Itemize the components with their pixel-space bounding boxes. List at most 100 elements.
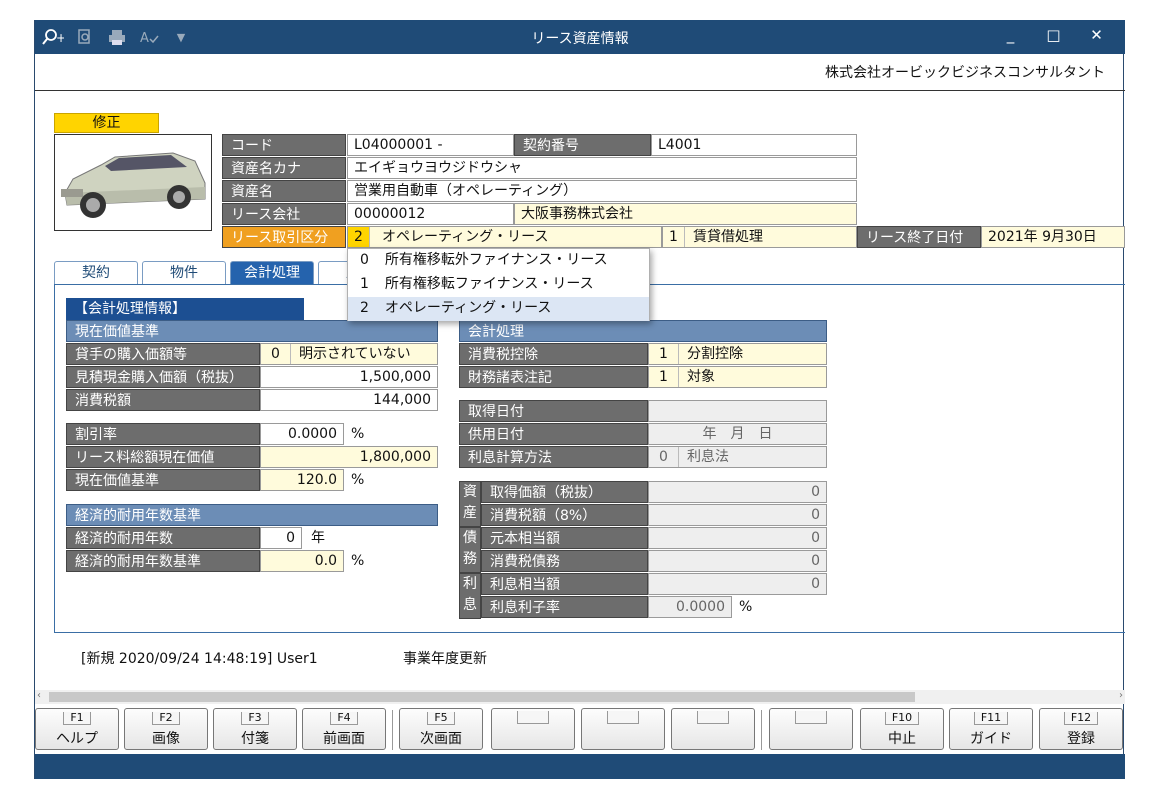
discount-rate-field[interactable]: 0.0000 [260,423,344,445]
cash-price-field[interactable]: 1,500,000 [260,366,438,388]
status-bar [35,754,1125,779]
fkey-label: ヘルプ [56,731,98,747]
tax-deduct-code: 1 [649,344,679,364]
interest-amount-label: 利息相当額 [481,573,648,595]
tax-debt-label: 消費税債務 [481,550,648,572]
useful-life-field[interactable]: 0 [260,527,302,549]
fkey-number: F4 [330,712,358,725]
record-status: [新規 2020/09/24 14:48:19] User1 [81,651,318,667]
fkey-label: 登録 [1067,731,1095,747]
dropdown-option[interactable]: 0 所有権移転外ファイナンス・リース [348,249,649,273]
lease-type-code[interactable]: 2 [348,227,370,247]
dropdown-option-selected[interactable]: 2 オペレーティング・リース [348,297,649,321]
interest-method-label: 利息計算方法 [459,446,648,468]
window-controls: _ □ ✕ [989,26,1118,44]
pv-total-label: リース料総額現在価値 [66,446,260,468]
tax-deduct-value: 分割控除 [687,346,743,362]
fkey-blank [517,711,549,724]
code-label: コード [222,134,346,156]
fkey-number: F12 [1063,712,1099,725]
f8-blank-button[interactable] [671,708,755,750]
f12-register-button[interactable]: F12 登録 [1039,708,1123,750]
accounting-method-field[interactable]: 1 賃貸借処理 [662,226,857,248]
end-date-label: リース終了日付 [857,226,981,248]
use-date-label: 供用日付 [459,423,648,445]
acq-date-field [648,400,827,422]
fkey-label: 中止 [888,731,916,747]
principal-label: 元本相当額 [481,527,648,549]
tab-property[interactable]: 物件 [142,261,226,285]
asset-group-label: 資産 [459,481,481,527]
fkey-number: F11 [973,712,1009,725]
interest-rate-field: 0.0000 [648,596,732,618]
lease-company-code[interactable]: 00000012 [347,203,514,225]
acq-price-label: 取得価額（税抜） [481,481,648,503]
acq-date-label: 取得日付 [459,400,648,422]
pv-std-unit: % [351,472,365,488]
cash-price-label: 見積現金購入価額（税抜） [66,366,260,388]
fkey-number: F1 [63,712,91,725]
useful-life-label: 経済的耐用年数 [66,527,260,549]
note-field[interactable]: 1 対象 [648,366,827,388]
useful-life-unit: 年 [311,530,325,546]
fkey-number: F3 [241,712,269,725]
f11-guide-button[interactable]: F11 ガイド [949,708,1033,750]
tax-deduct-field[interactable]: 1 分割控除 [648,343,827,365]
fkey-label: 次画面 [420,731,462,747]
option-code: 1 [360,276,369,292]
scroll-left-icon[interactable]: ‹ [37,690,41,701]
f7-blank-button[interactable] [581,708,665,750]
acq-price-field: 0 [648,481,827,503]
tax-debt-field: 0 [648,550,827,572]
f3-sticky-button[interactable]: F3 付箋 [213,708,297,750]
minimize-button[interactable]: _ [989,26,1032,44]
accounting-method-value: 賃貸借処理 [693,229,763,245]
fkey-label: ガイド [970,731,1012,747]
useful-life-std-unit: % [351,553,365,569]
discount-rate-unit: % [351,426,365,442]
lease-type-field[interactable]: 2 オペレーティング・リース [347,226,662,248]
buyer-price-field[interactable]: 0 明示されていない [260,343,438,365]
f4-prev-button[interactable]: F4 前画面 [302,708,386,750]
maximize-button[interactable]: □ [1032,26,1075,44]
f5-next-button[interactable]: F5 次画面 [399,708,483,750]
f2-image-button[interactable]: F2 画像 [124,708,208,750]
note-value: 対象 [687,369,715,385]
f6-blank-button[interactable] [491,708,575,750]
scroll-thumb[interactable] [49,692,915,702]
option-code: 2 [360,300,369,316]
pv-std-label: 現在価値基準 [66,469,260,491]
tab-accounting[interactable]: 会計処理 [230,261,314,285]
fiscal-update-status: 事業年度更新 [403,651,487,667]
interest-method-value: 利息法 [687,449,729,465]
close-button[interactable]: ✕ [1075,26,1118,44]
f10-cancel-button[interactable]: F10 中止 [860,708,944,750]
option-label: オペレーティング・リース [384,300,552,316]
end-date-field[interactable]: 2021年 9月30日 [981,226,1125,248]
horizontal-scrollbar[interactable]: ‹ › [35,690,1125,704]
debt-group-label: 債務 [459,527,481,573]
main-window: + A ▼ リース資産情報 _ □ ✕ 株式会社オービックビジネスコンサルタント… [34,20,1125,779]
name-field[interactable]: 営業用自動車（オペレーティング） [347,180,857,202]
company-name: 株式会社オービックビジネスコンサルタント [825,65,1105,81]
fkey-blank [697,711,729,724]
interest-amount-field: 0 [648,573,827,595]
fkey-number: F2 [152,712,180,725]
code-field[interactable]: L04000001 - [347,134,514,156]
pv-std-field: 120.0 [260,469,344,491]
fkey-label: 画像 [152,731,180,747]
scroll-right-icon[interactable]: › [1119,690,1123,701]
lease-type-dropdown[interactable]: 0 所有権移転外ファイナンス・リース 1 所有権移転ファイナンス・リース 2 オペレー… [347,248,650,321]
tab-contract[interactable]: 契約 [54,261,138,285]
dropdown-option[interactable]: 1 所有権移転ファイナンス・リース [348,273,649,297]
accounting-section-header: 会計処理 [459,320,827,342]
f9-blank-button[interactable] [769,708,853,750]
kana-field[interactable]: エイギョウヨウジドウシャ [347,157,857,179]
tax-field[interactable]: 144,000 [260,389,438,411]
tax-label: 消費税額 [66,389,260,411]
contract-no-field[interactable]: L4001 [651,134,857,156]
lease-company-name: 大阪事務株式会社 [514,203,857,225]
asset-image[interactable] [54,134,212,231]
fkey-number: F5 [427,712,455,725]
f1-help-button[interactable]: F1 ヘルプ [35,708,119,750]
